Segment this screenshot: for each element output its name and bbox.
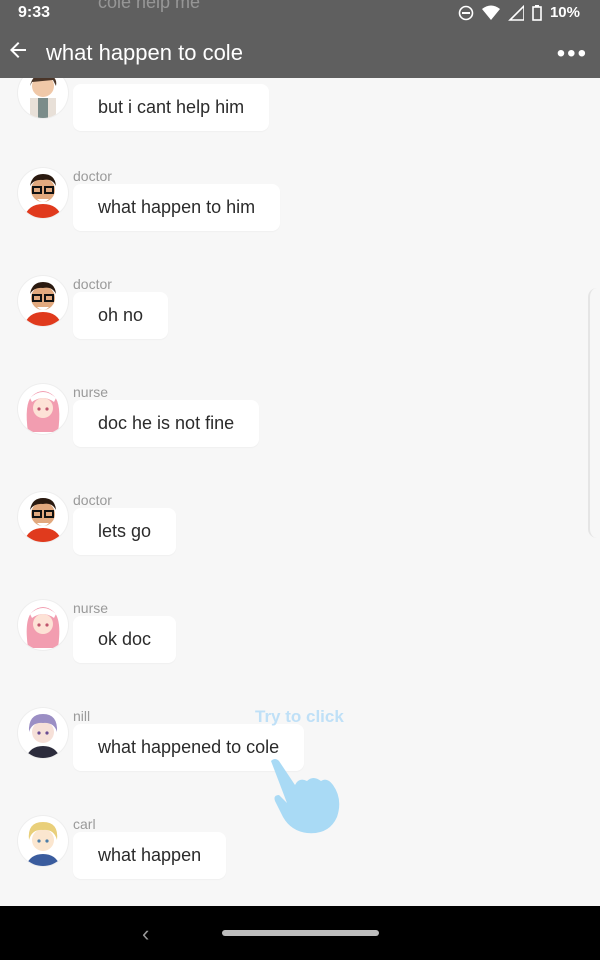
tutorial-hint: Try to click (255, 707, 344, 726)
message-bubble[interactable]: lets go (73, 508, 177, 555)
side-panel-edge[interactable] (588, 288, 600, 538)
message-bubble[interactable]: ok doc (73, 616, 177, 663)
message-row: nurse doc he is not fine (0, 384, 600, 484)
sender-name: doctor (73, 492, 112, 508)
do-not-disturb-icon (458, 5, 474, 20)
message-bubble[interactable]: what happen (73, 832, 227, 879)
sender-name: nill (73, 708, 91, 724)
sender-name: doctor (73, 168, 112, 184)
battery-icon (532, 4, 542, 21)
avatar[interactable] (18, 708, 68, 758)
avatar[interactable] (18, 816, 68, 866)
avatar[interactable] (18, 168, 68, 218)
message-row: doctor lets go (0, 492, 600, 592)
nav-back-icon[interactable]: ‹ (142, 921, 149, 947)
message-bubble[interactable]: but i cant help him (73, 84, 270, 131)
message-bubble[interactable]: doc he is not fine (73, 400, 260, 447)
battery-percent: 10% (549, 4, 580, 21)
page-title: what happen to cole (46, 40, 243, 65)
pointing-hand-icon (271, 759, 340, 834)
home-gesture-pill[interactable] (222, 930, 379, 936)
message-bubble[interactable]: what happen to him (73, 184, 281, 231)
message-row: doctor oh no (0, 276, 600, 376)
status-icons: 10% (458, 4, 580, 21)
status-bar: 9:33 10% (0, 0, 600, 28)
avatar[interactable] (18, 276, 68, 326)
sender-name: nurse (73, 600, 109, 616)
sender-name: doctor (73, 276, 112, 292)
app-header: cole help me 9:33 10% what happen to col… (0, 0, 600, 78)
sender-name: carl (73, 816, 96, 832)
message-bubble[interactable]: oh no (73, 292, 169, 339)
message-row: nurse ok doc (0, 600, 600, 700)
back-arrow-icon[interactable] (6, 38, 30, 62)
cell-signal-icon (508, 4, 524, 21)
message-row: but i cant help him (0, 68, 600, 168)
avatar[interactable] (18, 384, 68, 434)
avatar[interactable] (18, 600, 68, 650)
sender-name: nurse (73, 384, 109, 400)
system-nav-bar: ‹ (0, 906, 600, 960)
avatar[interactable] (18, 492, 68, 542)
message-row: doctor what happen to him (0, 168, 600, 268)
status-time: 9:33 (18, 4, 51, 21)
wifi-icon (481, 5, 500, 20)
more-options-icon[interactable]: ••• (557, 40, 588, 68)
